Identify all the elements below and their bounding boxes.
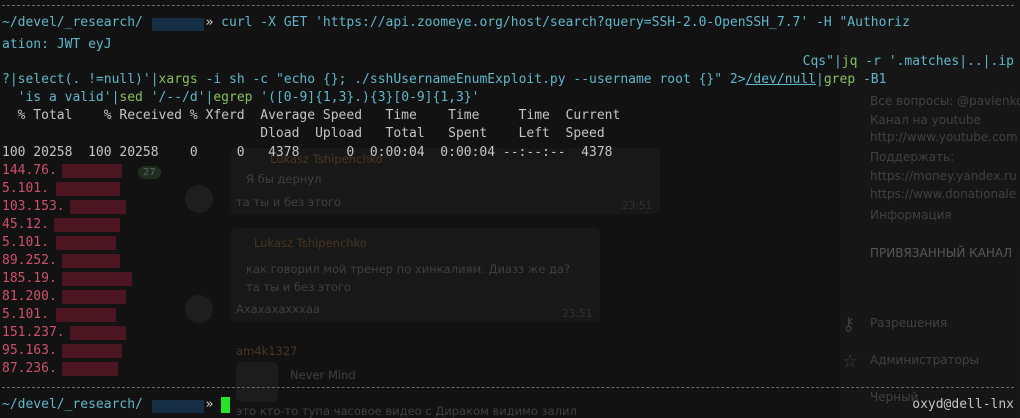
redacted-block xyxy=(56,308,116,322)
text-cursor[interactable] xyxy=(221,396,231,413)
terminal-window[interactable]: ~/devel/_research/ » curl -X GET 'https:… xyxy=(0,0,1020,418)
prompt-path: ~/devel/_research/ xyxy=(2,397,143,412)
pipeline-token: | xyxy=(816,72,824,87)
progress-header-2: Dload Upload Total Spent Left Speed xyxy=(2,126,605,141)
ip-result: 95.163. xyxy=(2,343,57,358)
command-wrap-line: ation: JWT eyJ xyxy=(2,36,112,54)
pipeline-cmd: sed xyxy=(119,90,143,105)
pipeline-token: -i sh -c "echo {}; ./sshUsernameEnumExpl… xyxy=(197,72,746,87)
pipeline-token: Cqs"| xyxy=(802,54,842,69)
pipeline-token: '([0-9]{1,3}.){3}[0-9]{1,3}' xyxy=(252,90,480,105)
ip-result: 87.236. xyxy=(2,361,57,376)
pipeline-token: -r '.matches|..|.ip xyxy=(857,54,1014,69)
redacted-block xyxy=(56,236,116,250)
pipeline-cmd: egrep xyxy=(213,90,253,105)
redacted-block xyxy=(152,18,204,31)
ip-result: 5.101. xyxy=(2,307,49,322)
pipeline-line-2: ?|select(. !=null)'|xargs -i sh -c "echo… xyxy=(2,71,886,89)
pipeline-cmd: grep xyxy=(823,72,856,87)
command-line: ~/devel/_research/ » curl -X GET 'https:… xyxy=(2,14,910,32)
pipeline-token: ?|select(. !=null)'| xyxy=(2,72,159,87)
redacted-block xyxy=(70,326,126,340)
pipeline-line-3: 'is a valid'|sed '/--/d'|egrep '([0-9]{1… xyxy=(2,89,480,107)
redacted-block xyxy=(54,218,120,232)
pipeline-cmd: xargs xyxy=(158,72,198,87)
pipeline-path: /dev/null xyxy=(745,72,817,87)
redacted-block xyxy=(62,344,122,358)
pipeline-token: '/--/d'| xyxy=(142,90,214,105)
progress-header-1: % Total % Received % Xferd Average Speed… xyxy=(2,108,621,123)
redacted-block xyxy=(62,254,120,268)
pipeline-token: -B1 xyxy=(855,72,887,87)
command-text: curl -X GET 'https://api.zoomeye.org/hos… xyxy=(221,15,910,30)
ip-result: 185.19. xyxy=(2,271,57,286)
prompt-arrow: » xyxy=(205,15,214,30)
ip-result: 81.200. xyxy=(2,289,57,304)
redacted-block xyxy=(56,182,120,196)
ip-result: 5.101. xyxy=(2,235,49,250)
prompt-path: ~/devel/_research/ xyxy=(2,15,143,30)
redacted-block xyxy=(62,272,132,286)
command-wrap-text: ation: JWT eyJ xyxy=(2,37,112,52)
prompt-separator xyxy=(2,5,1014,6)
redacted-block xyxy=(62,164,122,178)
redacted-block xyxy=(62,362,118,376)
prompt-arrow: » xyxy=(205,397,214,412)
pipeline-token: 'is a valid'| xyxy=(2,90,120,105)
prompt-separator xyxy=(2,387,1014,388)
ip-result: 103.153. xyxy=(2,199,65,214)
ip-result: 89.252. xyxy=(2,253,57,268)
redacted-block xyxy=(62,290,126,304)
redacted-block xyxy=(152,400,204,413)
host-label: oxyd@dell-lnx xyxy=(912,397,1014,412)
pipeline-cmd: jq xyxy=(841,54,858,69)
ip-result: 144.76. xyxy=(2,163,57,178)
ip-result: 151.237. xyxy=(2,325,65,340)
pipeline-line-1: Cqs"|jq -r '.matches|..|.ip xyxy=(803,53,1014,71)
redacted-block xyxy=(70,200,126,214)
ip-result: 45.12. xyxy=(2,217,49,232)
progress-row: 100 20258 100 20258 0 0 4378 0 0:00:04 0… xyxy=(2,145,613,160)
ip-result: 5.101. xyxy=(2,181,49,196)
